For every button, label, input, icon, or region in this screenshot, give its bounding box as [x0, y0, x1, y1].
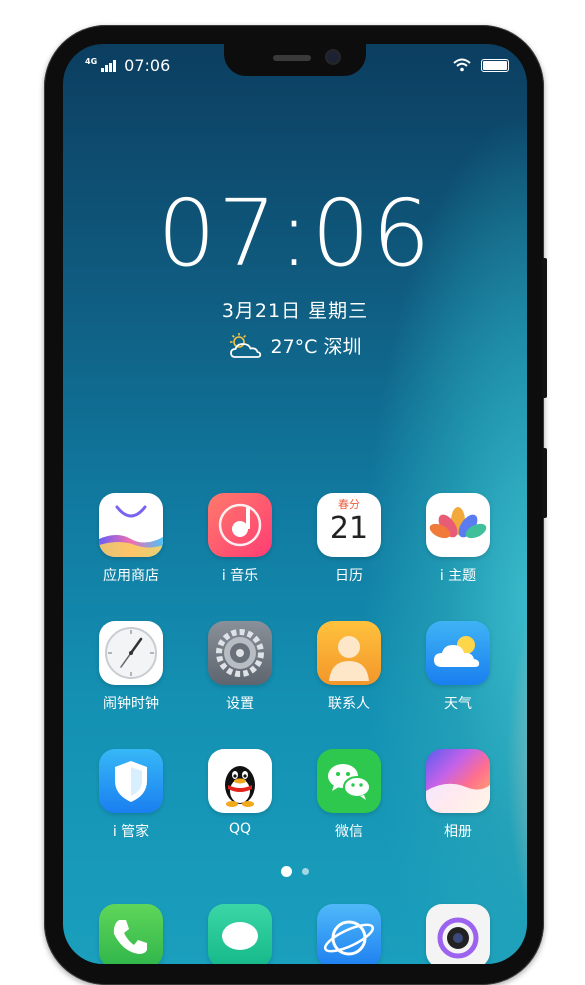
camera-icon — [426, 904, 490, 964]
wifi-icon — [453, 58, 471, 72]
battery-icon — [481, 58, 509, 72]
network-type: 4G — [85, 57, 98, 66]
music-icon — [208, 493, 272, 557]
clock-app[interactable]: 闹钟时钟 — [86, 621, 176, 713]
messages-app[interactable] — [195, 904, 285, 964]
app-label: 闹钟时钟 — [103, 696, 159, 712]
qq-app[interactable]: QQ — [195, 749, 285, 837]
weather-cloud-icon — [426, 621, 490, 685]
power-button[interactable] — [542, 448, 547, 518]
security-app[interactable]: i 管家 — [86, 749, 176, 841]
page-dot-active[interactable] — [281, 866, 292, 877]
phone-app[interactable] — [86, 904, 176, 964]
app-label: 天气 — [444, 696, 472, 712]
settings-gear-icon — [208, 621, 272, 685]
app-label: 应用商店 — [103, 568, 159, 584]
date-label: 3月21日 星期三 — [221, 300, 369, 322]
settings-app[interactable]: 设置 — [195, 621, 285, 713]
browser-icon — [317, 904, 381, 964]
browser-app[interactable] — [304, 904, 394, 964]
app-store-icon — [99, 493, 163, 557]
notch — [224, 44, 366, 76]
calendar-app[interactable]: 春分 21 日历 — [304, 493, 394, 585]
theme-app[interactable]: i 主题 — [413, 493, 503, 585]
partly-cloudy-icon — [229, 332, 261, 358]
page-dot[interactable] — [302, 868, 309, 875]
app-label: 联系人 — [328, 696, 370, 712]
phone-icon — [99, 904, 163, 964]
weather-widget[interactable]: 27°C 深圳 — [63, 332, 527, 359]
app-label: 日历 — [335, 568, 363, 584]
clock-icon — [99, 621, 163, 685]
home-screen: 4G 07:06 07:06 3月21日 星期三 27°C 深圳 应用商店 i … — [63, 44, 527, 964]
app-label: QQ — [228, 821, 252, 837]
wechat-app[interactable]: 微信 — [304, 749, 394, 841]
contacts-icon — [317, 621, 381, 685]
status-time: 07:06 — [124, 56, 171, 75]
app-store-app[interactable]: 应用商店 — [86, 493, 176, 585]
theme-lotus-icon — [426, 493, 490, 557]
music-app[interactable]: i 音乐 — [195, 493, 285, 585]
app-label: i 主题 — [439, 568, 477, 584]
signal-icon — [101, 60, 117, 72]
calendar-solar-term: 春分 — [338, 498, 360, 511]
status-bar-right — [453, 58, 509, 72]
weather-text: 27°C 深圳 — [270, 336, 362, 358]
wechat-icon — [317, 749, 381, 813]
big-clock: 07:06 — [157, 180, 433, 287]
front-camera — [327, 51, 339, 63]
calendar-icon: 春分 21 — [317, 493, 381, 557]
earpiece-speaker — [273, 55, 311, 61]
app-label: i 音乐 — [221, 568, 259, 584]
weather-app[interactable]: 天气 — [413, 621, 503, 713]
qq-penguin-icon — [208, 749, 272, 813]
calendar-day: 21 — [329, 511, 369, 546]
app-label: 微信 — [335, 824, 363, 840]
gallery-app[interactable]: 相册 — [413, 749, 503, 841]
app-label: 相册 — [444, 824, 472, 840]
page-indicator[interactable] — [63, 866, 527, 877]
app-label: 设置 — [226, 696, 254, 712]
messages-icon — [208, 904, 272, 964]
camera-app[interactable] — [413, 904, 503, 964]
contacts-app[interactable]: 联系人 — [304, 621, 394, 713]
security-shield-icon — [99, 749, 163, 813]
app-label: i 管家 — [112, 824, 150, 840]
gallery-icon — [426, 749, 490, 813]
volume-button[interactable] — [542, 258, 547, 398]
status-bar-left: 4G 07:06 — [85, 56, 170, 75]
